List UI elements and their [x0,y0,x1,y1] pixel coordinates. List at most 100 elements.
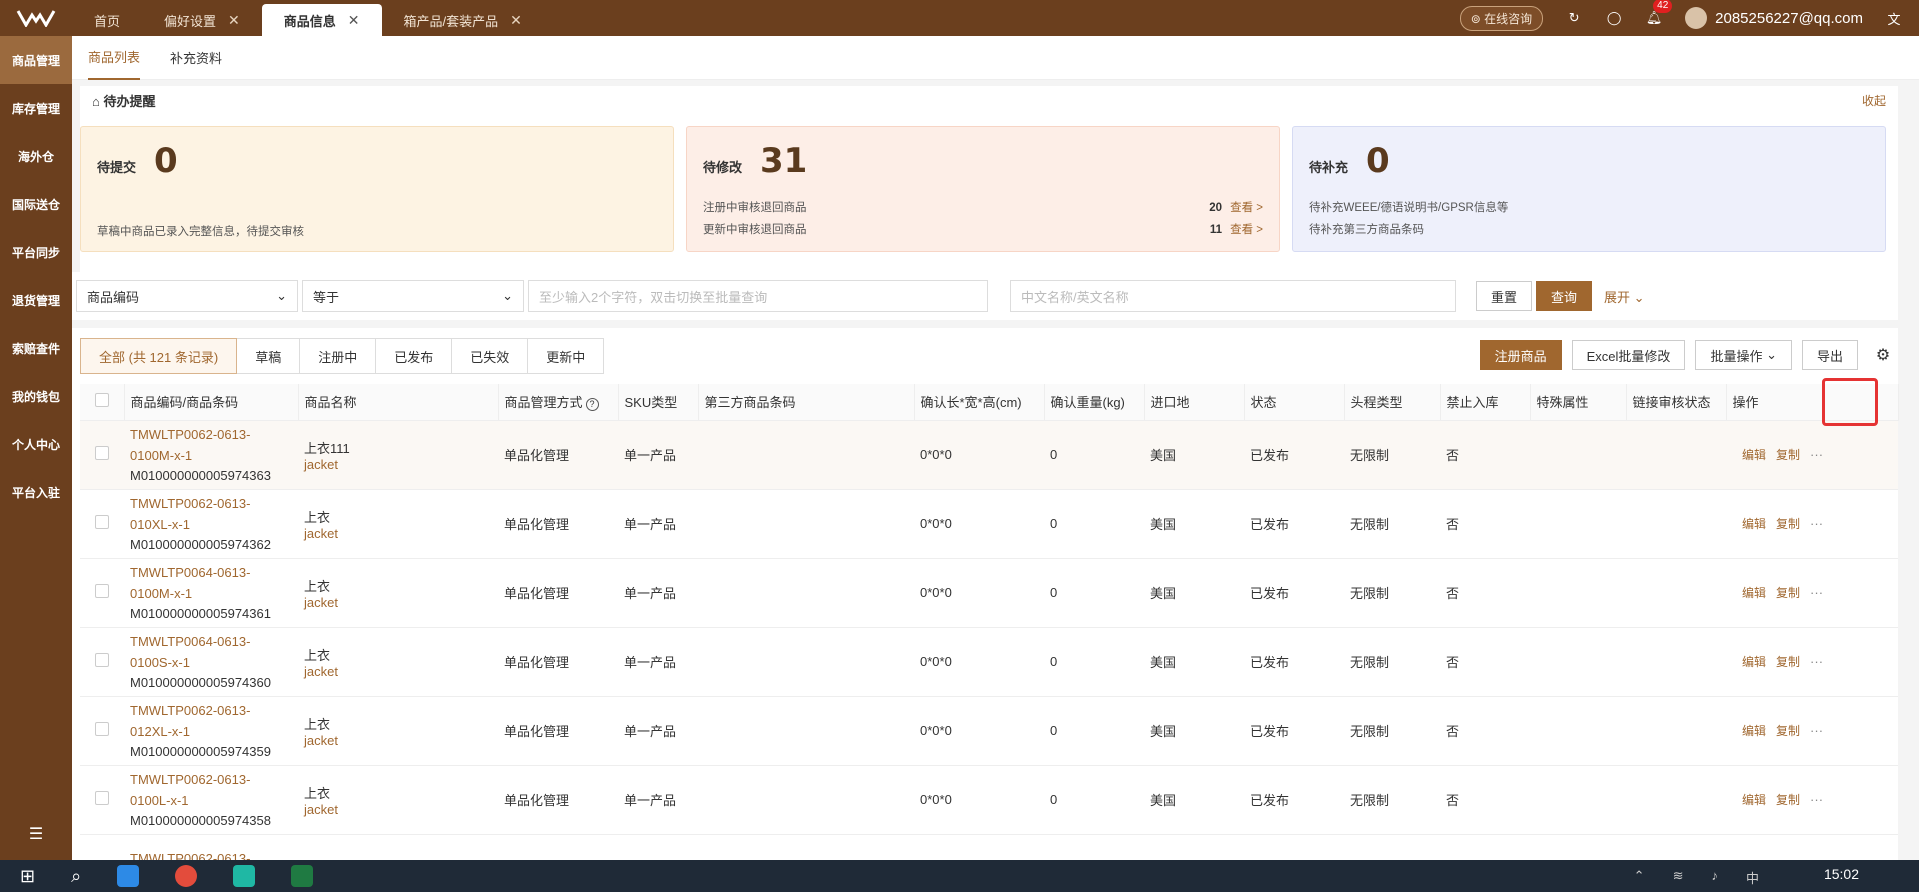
sidebar-item-claims[interactable]: 索赔查件 [0,324,72,372]
tab-home[interactable]: 首页 [72,4,142,36]
table-row[interactable]: TMWLTP0062-0613- 010XL-x-1 M01000000000597… [80,489,1898,559]
query-button[interactable]: 查询 [1536,281,1593,311]
dims-cell: 0*0*0 [914,420,1044,490]
select-all-checkbox[interactable] [94,393,109,408]
wifi-icon[interactable]: ≋ [1673,868,1684,887]
more-icon[interactable]: ··· [1810,585,1823,600]
batch-operation-button[interactable]: 批量操作 ⌄ [1695,340,1792,370]
sidebar-item-platform[interactable]: 平台入驻 [0,468,72,516]
copy-button[interactable]: 复制 [1776,448,1800,462]
status-tab-all[interactable]: 全部 (共 121 条记录) [80,338,238,374]
export-button[interactable]: 导出 [1801,340,1858,370]
table-row[interactable]: TMWLTP0062-0613- 0100L-x-1 M01000000000597… [80,765,1898,835]
status-tab-updating[interactable]: 更新中 [528,338,605,374]
row-checkbox[interactable] [95,722,109,736]
copy-button[interactable]: 复制 [1776,793,1800,807]
edit-button[interactable]: 编辑 [1742,793,1766,807]
sidebar-item-returns[interactable]: 退货管理 [0,276,72,324]
collapse-link[interactable]: 收起 [1862,92,1886,109]
translate-icon[interactable]: 文 [1885,9,1903,27]
sidebar-item-wallet[interactable]: 我的钱包 [0,372,72,420]
row-checkbox[interactable] [95,791,109,805]
copy-button[interactable]: 复制 [1776,586,1800,600]
col-forbid: 禁止入库 [1440,384,1531,421]
product-code-link[interactable]: TMWLTP0062-0613- 010XL-x-1 [130,493,298,535]
link-audit-cell [1626,765,1726,835]
volume-icon[interactable]: ♪ [1711,868,1718,887]
windows-start-icon[interactable]: ⊞ [20,866,35,887]
help-icon[interactable]: ? [585,397,599,411]
row-checkbox[interactable] [95,584,109,598]
chrome-icon[interactable] [175,865,198,887]
product-code-link[interactable]: TMWLTP0064-0613- 0100M-x-1 [130,562,298,604]
more-icon[interactable]: ··· [1810,516,1823,531]
excel-icon[interactable] [291,865,314,887]
product-code-link[interactable]: TMWLTP0062-0613- 0100L-x-1 [130,769,298,811]
app-icon[interactable] [117,865,140,887]
status-tab-published[interactable]: 已发布 [376,338,453,374]
edit-button[interactable]: 编辑 [1742,655,1766,669]
reset-button[interactable]: 重置 [1476,281,1533,311]
table-row[interactable]: TMWLTP0064-0613- 0100M-x-1 M01000000000597… [80,558,1898,628]
name-search-input[interactable]: 中文名称/英文名称 [1010,280,1456,312]
shield-icon[interactable]: ◯ [1605,9,1623,27]
tab-product-info[interactable]: 商品信息 ✕ [261,4,382,36]
tab-product-list[interactable]: 商品列表 [88,36,141,80]
chevron-up-icon[interactable]: ⌃ [1634,868,1645,887]
copy-button[interactable]: 复制 [1776,724,1800,738]
product-code-link[interactable]: TMWLTP0064-0613- 0100S-x-1 [130,631,298,673]
status-tab-expired[interactable]: 已失效 [452,338,529,374]
row-checkbox[interactable] [95,515,109,529]
tab-preferences[interactable]: 偏好设置 ✕ [142,4,262,36]
sidebar-item-product[interactable]: 商品管理 [0,36,72,84]
gear-icon[interactable]: ⚙ [1868,345,1898,365]
register-product-button[interactable]: 注册商品 [1479,340,1562,370]
expand-toggle[interactable]: 展开 ⌄ [1604,287,1645,306]
online-consult-button[interactable]: ⊚ 在线咨询 [1459,5,1544,31]
more-icon[interactable]: ··· [1810,654,1823,669]
refresh-icon[interactable]: ↻ [1565,9,1583,27]
sidebar-item-overseas[interactable]: 海外仓 [0,132,72,180]
view-link[interactable]: 查看 > [1230,224,1263,236]
product-code-link[interactable]: TMWLTP0062-0613- 012XL-x-1 [130,700,298,742]
more-icon[interactable]: ··· [1810,723,1823,738]
sidebar-item-intl[interactable]: 国际送仓 [0,180,72,228]
table-row[interactable]: TMWLTP0062-0613- 012XL-x-1 M01000000000597… [80,696,1898,766]
edit-button[interactable]: 编辑 [1742,586,1766,600]
table-row[interactable]: TMWLTP0062-0613- 0100M-x-1 M01000000000597… [80,420,1898,490]
code-search-input[interactable]: 至少输入2个字符，双击切换至批量查询 [528,280,988,312]
operator-select[interactable]: 等于 ⌄ [302,280,524,312]
table-row[interactable]: TMWLTP0064-0613- 0100S-x-1 M01000000000597… [80,627,1898,697]
field-select[interactable]: 商品编码 ⌄ [76,280,298,312]
copy-button[interactable]: 复制 [1776,655,1800,669]
ime-indicator[interactable]: 中 [1746,868,1759,887]
forbid-cell: 否 [1440,765,1530,835]
row-checkbox[interactable] [95,446,109,460]
app-icon[interactable] [233,865,256,887]
close-icon[interactable]: ✕ [348,12,360,29]
sidebar-item-inventory[interactable]: 库存管理 [0,84,72,132]
close-icon[interactable]: ✕ [510,12,522,29]
user-menu[interactable]: 2085256227@qq.com [1685,7,1863,29]
view-link[interactable]: 查看 > [1230,202,1263,214]
tab-supplement[interactable]: 补充资料 [170,36,222,80]
edit-button[interactable]: 编辑 [1742,724,1766,738]
close-icon[interactable]: ✕ [228,12,240,29]
edit-button[interactable]: 编辑 [1742,448,1766,462]
excel-batch-button[interactable]: Excel批量修改 [1571,340,1686,370]
copy-button[interactable]: 复制 [1776,517,1800,531]
more-icon[interactable]: ··· [1810,792,1823,807]
sidebar-item-sync[interactable]: 平台同步 [0,228,72,276]
edit-button[interactable]: 编辑 [1742,517,1766,531]
status-tab-draft[interactable]: 草稿 [237,338,301,374]
sidebar-item-profile[interactable]: 个人中心 [0,420,72,468]
status-tab-registering[interactable]: 注册中 [300,338,377,374]
menu-toggle-icon[interactable]: ☰ [0,824,72,844]
more-icon[interactable]: ··· [1810,447,1823,462]
brand-logo[interactable] [0,0,72,36]
product-code-link[interactable]: TMWLTP0062-0613- 0100M-x-1 [130,424,298,466]
row-checkbox[interactable] [95,653,109,667]
bell-icon[interactable]: 🔔︎ 42 [1645,0,1673,27]
search-icon[interactable]: ⌕ [71,866,81,887]
tab-box-products[interactable]: 箱产品/套装产品 ✕ [382,4,544,36]
